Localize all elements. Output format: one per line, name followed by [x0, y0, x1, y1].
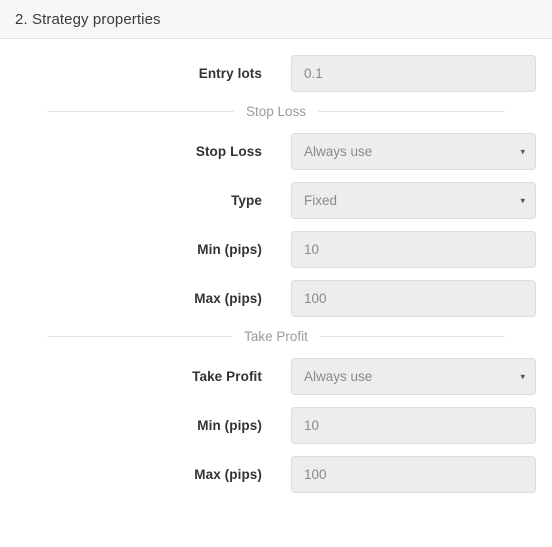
stop-loss-max-control: 100	[291, 280, 536, 317]
stop-loss-max-label: Max (pips)	[194, 291, 262, 306]
take-profit-mode-label: Take Profit	[192, 369, 262, 384]
take-profit-max-input[interactable]: 100	[291, 456, 536, 493]
stop-loss-type-control: Fixed ▾	[291, 182, 536, 219]
take-profit-min-label: Min (pips)	[197, 418, 262, 433]
stop-loss-mode-select[interactable]: Always use	[291, 133, 536, 170]
take-profit-min-input[interactable]: 10	[291, 407, 536, 444]
stop-loss-type-label: Type	[231, 193, 262, 208]
form-row-take-profit-max: Max (pips) 100	[0, 456, 552, 493]
stop-loss-mode-control: Always use ▾	[291, 133, 536, 170]
divider-line-left	[47, 336, 233, 337]
stop-loss-mode-label: Stop Loss	[195, 144, 262, 159]
divider-line-left	[47, 111, 234, 112]
take-profit-section-label: Take Profit	[244, 329, 308, 344]
form-row-stop-loss-mode: Stop Loss Always use ▾	[0, 133, 552, 170]
form-row-take-profit-mode: Take Profit Always use ▾	[0, 358, 552, 395]
stop-loss-min-control: 10	[291, 231, 536, 268]
form-row-entry-lots: Entry lots 0.1	[0, 55, 552, 92]
form-row-take-profit-min: Min (pips) 10	[0, 407, 552, 444]
stop-loss-section-divider: Stop Loss	[0, 104, 552, 119]
divider-line-right	[318, 111, 506, 112]
form-row-stop-loss-type: Type Fixed ▾	[0, 182, 552, 219]
page-title: 2. Strategy properties	[15, 10, 161, 28]
divider-line-right	[319, 336, 505, 337]
take-profit-max-control: 100	[291, 456, 536, 493]
panel-body: Entry lots 0.1 Stop Loss Stop Loss Alway…	[0, 39, 552, 493]
take-profit-max-label: Max (pips)	[194, 467, 262, 482]
entry-lots-input[interactable]: 0.1	[291, 55, 536, 92]
take-profit-mode-control: Always use ▾	[291, 358, 536, 395]
form-row-stop-loss-max: Max (pips) 100	[0, 280, 552, 317]
take-profit-section-divider: Take Profit	[0, 329, 552, 344]
stop-loss-min-input[interactable]: 10	[291, 231, 536, 268]
stop-loss-type-select[interactable]: Fixed	[291, 182, 536, 219]
strategy-properties-panel: 2. Strategy properties Entry lots 0.1 St…	[0, 0, 552, 493]
form-row-stop-loss-min: Min (pips) 10	[0, 231, 552, 268]
panel-header: 2. Strategy properties	[0, 0, 552, 39]
stop-loss-section-label: Stop Loss	[245, 104, 307, 119]
entry-lots-control: 0.1	[291, 55, 536, 92]
stop-loss-max-input[interactable]: 100	[291, 280, 536, 317]
stop-loss-min-label: Min (pips)	[197, 242, 262, 257]
take-profit-min-control: 10	[291, 407, 536, 444]
take-profit-mode-select[interactable]: Always use	[291, 358, 536, 395]
entry-lots-label: Entry lots	[198, 66, 262, 81]
